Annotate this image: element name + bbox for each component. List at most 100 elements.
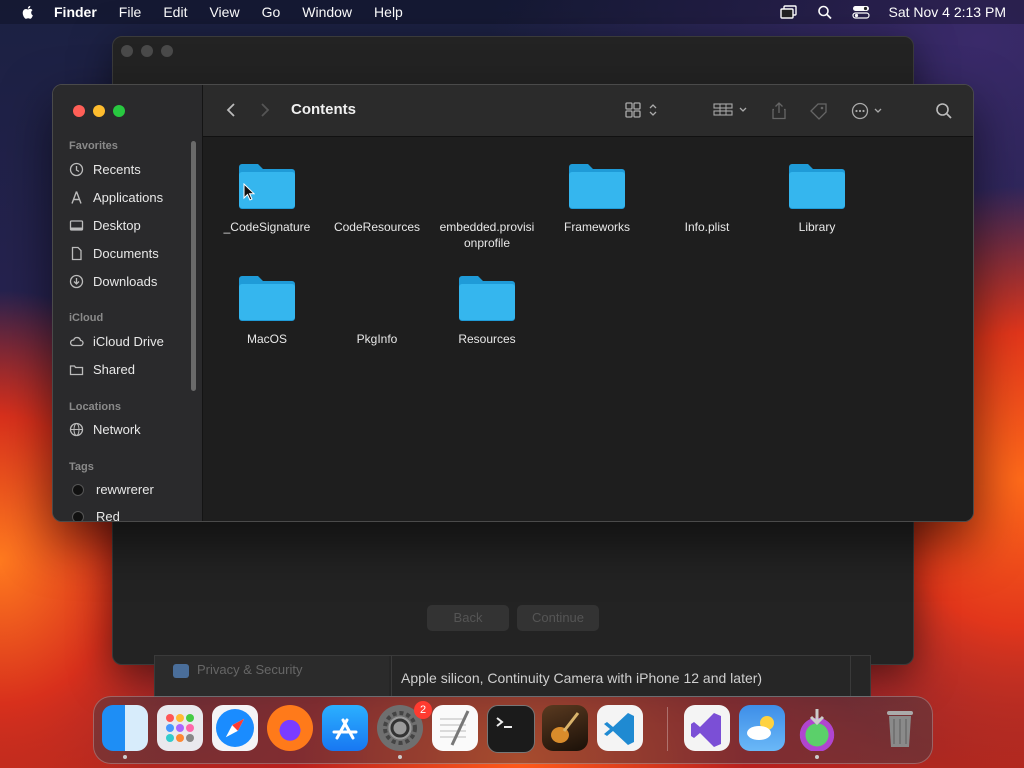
file-name: Frameworks bbox=[563, 220, 630, 234]
folder-item[interactable]: MacOS bbox=[212, 271, 322, 347]
desktop-icon bbox=[69, 220, 84, 231]
file-item[interactable]: embedded.provisi onprofile bbox=[432, 159, 542, 251]
control-center-icon[interactable] bbox=[852, 4, 871, 20]
menu-view[interactable]: View bbox=[209, 4, 239, 20]
menu-help[interactable]: Help bbox=[374, 4, 403, 20]
file-item[interactable]: Info.plist bbox=[652, 159, 762, 235]
folder-item[interactable]: Library bbox=[762, 159, 872, 235]
trash-can-icon bbox=[887, 711, 913, 747]
folder-icon bbox=[239, 276, 295, 321]
textedit-icon[interactable] bbox=[432, 705, 478, 751]
sidebar-item-icloud-drive[interactable]: iCloud Drive bbox=[69, 334, 164, 349]
settings-badge: 2 bbox=[414, 701, 432, 719]
sidebar-item-label: Downloads bbox=[93, 274, 158, 289]
settings-description: Apple silicon, Continuity Camera with iP… bbox=[401, 670, 763, 686]
garageband-icon[interactable] bbox=[542, 705, 588, 751]
document-icon bbox=[346, 271, 408, 323]
bg-close-button[interactable] bbox=[121, 45, 133, 57]
menu-finder[interactable]: Finder bbox=[54, 4, 97, 20]
file-name: Library bbox=[798, 220, 836, 234]
finder-window: Favorites Recents Applications Desktop D… bbox=[52, 84, 974, 522]
file-name: PkgInfo bbox=[356, 332, 398, 346]
zoom-button[interactable] bbox=[113, 105, 125, 117]
continue-button[interactable]: Continue bbox=[517, 605, 599, 631]
bg-zoom-button[interactable] bbox=[161, 45, 173, 57]
sidebar-item-privacy[interactable]: Privacy & Security bbox=[197, 662, 302, 677]
file-name: _CodeSignature bbox=[223, 220, 311, 234]
apple-icon[interactable] bbox=[20, 4, 36, 20]
group-by-icon[interactable] bbox=[713, 102, 751, 118]
menu-go[interactable]: Go bbox=[262, 4, 281, 20]
minimize-button[interactable] bbox=[93, 105, 105, 117]
window-title: Contents bbox=[291, 101, 356, 118]
menu-bar: Finder File Edit View Go Window Help Sat… bbox=[0, 0, 1024, 24]
more-actions-icon[interactable] bbox=[851, 102, 887, 120]
trash-icon[interactable] bbox=[877, 705, 923, 751]
shared-folder-icon bbox=[69, 365, 84, 376]
sidebar-scrollbar[interactable] bbox=[191, 141, 196, 391]
running-indicator bbox=[815, 755, 819, 759]
sidebar-tag-rewwrerer[interactable]: rewwrerer bbox=[69, 482, 154, 497]
terminal-icon[interactable] bbox=[487, 705, 535, 753]
sidebar-item-applications[interactable]: Applications bbox=[69, 190, 163, 205]
clock-icon bbox=[69, 162, 84, 177]
sidebar-item-documents[interactable]: Documents bbox=[69, 246, 159, 261]
sidebar-item-label: rewwrerer bbox=[96, 482, 154, 497]
safari-icon[interactable] bbox=[212, 705, 258, 751]
file-item[interactable]: CodeResources bbox=[322, 159, 432, 235]
app-store-icon[interactable] bbox=[322, 705, 368, 751]
settings-window-fragment: Privacy & Security Apple silicon, Contin… bbox=[154, 655, 871, 697]
visual-studio-logo-icon bbox=[691, 713, 721, 747]
sidebar-item-shared[interactable]: Shared bbox=[69, 362, 135, 377]
menu-window[interactable]: Window bbox=[302, 4, 352, 20]
folder-item[interactable]: Frameworks bbox=[542, 159, 652, 235]
document-icon bbox=[676, 159, 738, 211]
file-name: embedded.provisi onprofile bbox=[439, 220, 535, 250]
bg-minimize-button[interactable] bbox=[141, 45, 153, 57]
icon-view-icon[interactable] bbox=[625, 102, 661, 118]
close-button[interactable] bbox=[73, 105, 85, 117]
window-controls bbox=[73, 105, 125, 117]
vscode-icon[interactable] bbox=[597, 705, 643, 751]
folder-item[interactable]: Resources bbox=[432, 271, 542, 347]
sidebar-tag-red[interactable]: Red bbox=[69, 509, 120, 522]
file-name: MacOS bbox=[246, 332, 287, 346]
visual-studio-icon[interactable] bbox=[684, 705, 730, 751]
spotlight-search-icon[interactable] bbox=[816, 4, 834, 20]
screen-mirroring-icon[interactable] bbox=[780, 4, 798, 20]
folder-icon bbox=[569, 164, 625, 209]
share-icon[interactable] bbox=[771, 102, 787, 120]
installer-icon[interactable] bbox=[794, 705, 840, 751]
sidebar-item-label: Network bbox=[93, 422, 141, 437]
sidebar-item-label: Red bbox=[96, 509, 120, 522]
menu-clock[interactable]: Sat Nov 4 2:13 PM bbox=[888, 4, 1006, 20]
sidebar-item-label: iCloud Drive bbox=[93, 334, 164, 349]
menu-extras: Sat Nov 4 2:13 PM bbox=[780, 0, 1006, 24]
sidebar-item-network[interactable]: Network bbox=[69, 422, 141, 437]
menu-file[interactable]: File bbox=[119, 4, 142, 20]
search-icon[interactable] bbox=[935, 102, 953, 120]
back-chevron-icon[interactable] bbox=[225, 102, 237, 118]
tag-icon[interactable] bbox=[809, 102, 829, 120]
section-icloud: iCloud bbox=[69, 312, 104, 324]
weather-icon[interactable] bbox=[739, 705, 785, 751]
app-store-a-icon bbox=[332, 718, 358, 740]
menu-edit[interactable]: Edit bbox=[163, 4, 187, 20]
file-item[interactable]: PkgInfo bbox=[322, 271, 432, 347]
tag-dot-icon bbox=[72, 510, 84, 521]
sidebar-item-label: Applications bbox=[93, 190, 164, 205]
back-button[interactable]: Back bbox=[427, 605, 509, 631]
sidebar-item-label: Documents bbox=[93, 246, 159, 261]
forward-chevron-icon[interactable] bbox=[259, 102, 271, 118]
sidebar-item-desktop[interactable]: Desktop bbox=[69, 218, 141, 233]
sidebar-item-downloads[interactable]: Downloads bbox=[69, 274, 157, 289]
firefox-icon[interactable] bbox=[267, 705, 313, 751]
tag-dot-icon bbox=[72, 483, 84, 496]
file-name: Resources bbox=[458, 332, 516, 346]
launchpad-icon[interactable] bbox=[157, 705, 203, 751]
sidebar-item-recents[interactable]: Recents bbox=[69, 162, 141, 177]
folder-item[interactable]: _CodeSignature bbox=[212, 159, 322, 235]
finder-icon[interactable] bbox=[102, 705, 148, 751]
launchpad-grid-icon bbox=[166, 714, 194, 742]
section-favorites: Favorites bbox=[69, 140, 118, 152]
